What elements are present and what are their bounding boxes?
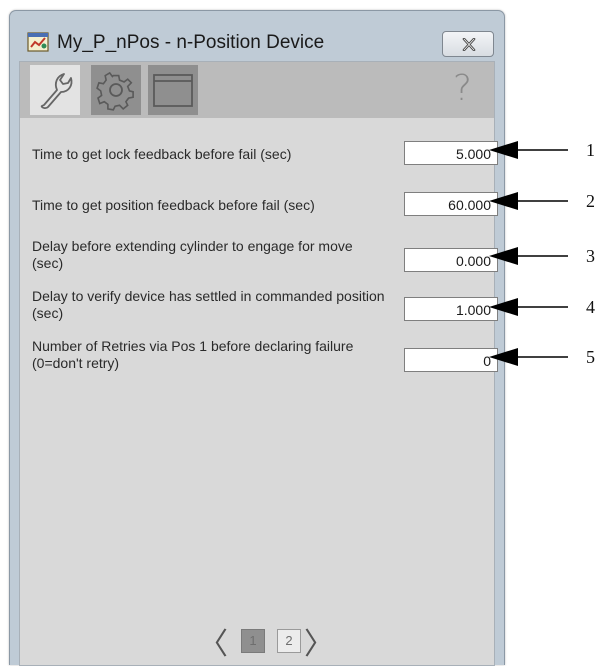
callout-number-3: 3 [586, 246, 595, 266]
callout-number-1: 1 [586, 140, 595, 160]
callout-arrow-3 [489, 247, 568, 265]
callout-arrow-4 [489, 298, 568, 316]
callout-arrows [489, 141, 568, 366]
callout-number-2: 2 [586, 191, 595, 211]
callout-number-4: 4 [586, 297, 595, 317]
callout-number-5: 5 [586, 347, 595, 367]
callout-arrow-5 [489, 348, 568, 366]
callout-arrow-1 [489, 141, 568, 159]
callout-arrow-2 [489, 192, 568, 210]
